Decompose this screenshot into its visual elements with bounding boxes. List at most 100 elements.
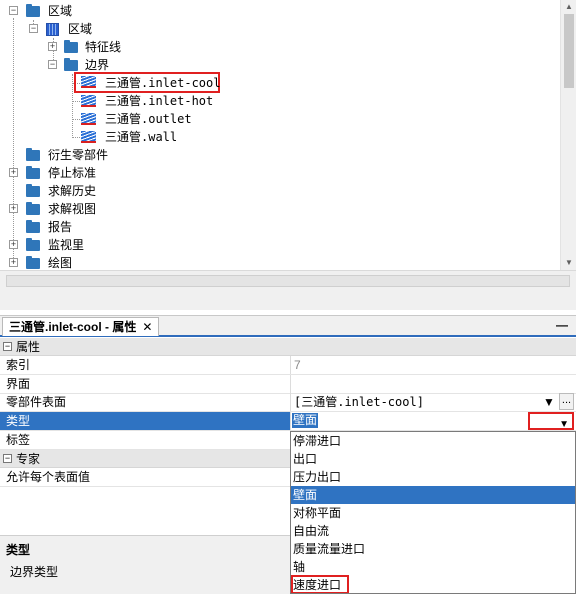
tree-item-label: 三通管.inlet-hot (105, 94, 214, 108)
tree-item-label: 三通管.outlet (105, 112, 192, 126)
type-dropdown-button[interactable]: ▼ (528, 412, 574, 430)
folder-icon (26, 184, 40, 197)
tree-item-regions[interactable]: − 区域 (0, 2, 200, 20)
dropdown-option-pressure-outlet[interactable]: 压力出口 (291, 468, 575, 486)
tree-item-label: 求解视图 (48, 202, 97, 216)
boundary-icon (81, 76, 96, 88)
folder-icon (26, 220, 40, 233)
tree-item-label: 区域 (48, 4, 73, 18)
tree-item-plots[interactable]: + 绘图 (0, 254, 200, 270)
tree-item-boundary-outlet[interactable]: 三通管.outlet (76, 110, 276, 128)
tree-item-label: 绘图 (48, 256, 73, 270)
tree-horizontal-scroll-area (0, 270, 576, 310)
dropdown-option-outlet[interactable]: 出口 (291, 450, 575, 468)
annotation-highlight-box (291, 575, 349, 593)
category-properties[interactable]: − 属性 (0, 338, 576, 356)
minimize-icon[interactable]: — (556, 318, 568, 332)
folder-icon (26, 238, 40, 251)
dropdown-option-free-stream[interactable]: 自由流 (291, 522, 575, 540)
tree-item-stopping-criteria[interactable]: + 停止标准 (0, 164, 200, 182)
property-key: 类型 (0, 412, 290, 430)
folder-icon (26, 166, 40, 179)
folder-icon (26, 4, 40, 17)
folder-icon (26, 256, 40, 269)
expand-toggle[interactable]: + (9, 168, 18, 177)
filter-icon[interactable]: ▼ (541, 393, 557, 410)
more-button[interactable]: ... (559, 393, 574, 410)
description-text: 边界类型 (10, 565, 59, 579)
property-row-allow-per-surface-values[interactable]: 允许每个表面值 (0, 468, 290, 487)
property-key: 界面 (6, 377, 31, 391)
property-value (290, 375, 576, 393)
tab-properties[interactable]: 三通管.inlet-cool - 属性 ✕ (2, 317, 160, 336)
dropdown-option-wall[interactable]: 壁面 (291, 486, 575, 504)
tab-label: 三通管.inlet-cool - 属性 (9, 320, 137, 334)
tree-item-solution-views[interactable]: + 求解视图 (0, 200, 200, 218)
tree-item-label: 特征线 (85, 40, 122, 54)
tree-item-boundary-inlet-cool[interactable]: 三通管.inlet-cool (74, 72, 220, 93)
category-label: 属性 (16, 340, 41, 354)
tree-item-derived-parts[interactable]: 衍生零部件 (0, 146, 200, 164)
property-row-type[interactable]: 类型 壁面 ▼ (0, 412, 576, 431)
expand-toggle[interactable]: + (9, 240, 18, 249)
dropdown-option-axis[interactable]: 轴 (291, 558, 575, 576)
category-collapse-toggle[interactable]: − (3, 342, 12, 351)
expand-toggle[interactable]: + (9, 258, 18, 267)
tree-item-boundary-inlet-hot[interactable]: 三通管.inlet-hot (76, 92, 276, 110)
folder-icon (26, 202, 40, 215)
folder-icon (64, 58, 78, 71)
tree-item-region[interactable]: − 区域 (0, 20, 200, 38)
close-icon[interactable]: ✕ (142, 320, 152, 334)
property-key: 索引 (6, 358, 31, 372)
tree-item-solution-histories[interactable]: 求解历史 (0, 182, 200, 200)
properties-tab-bar: 三通管.inlet-cool - 属性 ✕ — (0, 315, 576, 337)
collapse-toggle[interactable]: − (9, 6, 18, 15)
category-collapse-toggle[interactable]: − (3, 454, 12, 463)
tree-item-monitors[interactable]: + 监视里 (0, 236, 200, 254)
scrollbar-thumb[interactable] (564, 14, 574, 88)
tree-item-label: 衍生零部件 (48, 148, 109, 162)
category-label: 专家 (16, 452, 41, 466)
property-value: 7 (290, 356, 576, 374)
tree-item-label: 监视里 (48, 238, 85, 252)
property-row-part-surfaces[interactable]: 零部件表面 [三通管.inlet-cool] ▼ ... (0, 393, 576, 412)
folder-icon (26, 148, 40, 161)
simulation-tree: − 区域 − 区域 + 特征线 − 边界 三通管.inlet-cool 三通管.… (0, 0, 560, 270)
boundary-icon (81, 131, 96, 143)
category-expert[interactable]: − 专家 (0, 450, 290, 468)
tree-item-feature-curves[interactable]: + 特征线 (0, 38, 200, 56)
tree-item-label: 停止标准 (48, 166, 97, 180)
tree-item-label: 三通管.wall (105, 130, 178, 144)
scroll-up-arrow-icon[interactable]: ▲ (565, 2, 573, 11)
expand-toggle[interactable]: + (9, 204, 18, 213)
tree-item-label: 区域 (68, 22, 93, 36)
scroll-down-arrow-icon[interactable]: ▼ (565, 258, 573, 267)
type-select-value[interactable]: 壁面 (292, 413, 319, 428)
tree-item-label: 求解历史 (48, 184, 97, 198)
expand-toggle[interactable]: + (48, 42, 57, 51)
tree-item-reports[interactable]: 报告 (0, 218, 200, 236)
collapse-toggle[interactable]: − (48, 60, 57, 69)
property-row-index[interactable]: 索引 7 (0, 356, 576, 375)
property-key: 零部件表面 (6, 395, 67, 409)
tree-item-label: 报告 (48, 220, 73, 234)
description-title: 类型 (6, 543, 31, 557)
property-key: 标签 (6, 433, 31, 447)
folder-icon (64, 40, 78, 53)
region-icon (46, 23, 59, 36)
dropdown-option-symmetry-plane[interactable]: 对称平面 (291, 504, 575, 522)
property-row-interface[interactable]: 界面 (0, 375, 576, 394)
tree-horizontal-scrollbar[interactable] (6, 275, 570, 287)
tree-item-boundary-wall[interactable]: 三通管.wall (76, 128, 276, 146)
property-description-panel: 类型 边界类型 (0, 535, 290, 594)
dropdown-option-stagnation-inlet[interactable]: 停滞进口 (291, 432, 575, 450)
property-key: 允许每个表面值 (6, 470, 91, 484)
boundary-icon (81, 113, 96, 125)
boundary-icon (81, 95, 96, 107)
dropdown-option-mass-flow-inlet[interactable]: 质量流量进口 (291, 540, 575, 558)
tree-vertical-scrollbar[interactable]: ▲ ▼ (560, 0, 576, 270)
property-value: [三通管.inlet-cool] (290, 393, 576, 411)
tree-item-label: 三通管.inlet-cool (105, 76, 221, 90)
collapse-toggle[interactable]: − (29, 24, 38, 33)
type-dropdown-list: 停滞进口 出口 压力出口 壁面 对称平面 自由流 质量流量进口 轴 速度进口 (290, 431, 576, 594)
